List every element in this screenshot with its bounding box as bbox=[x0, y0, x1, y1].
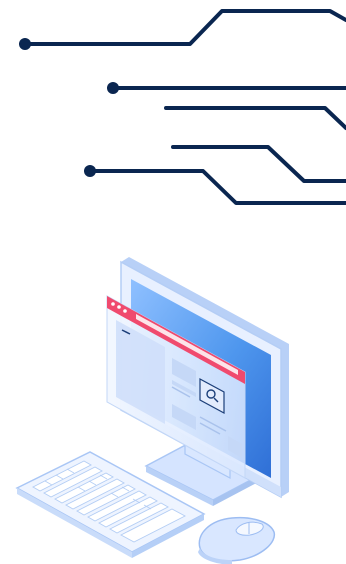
mouse-icon bbox=[198, 516, 276, 564]
circuit-lines-icon bbox=[19, 9, 346, 205]
illustration-canvas bbox=[0, 0, 346, 564]
